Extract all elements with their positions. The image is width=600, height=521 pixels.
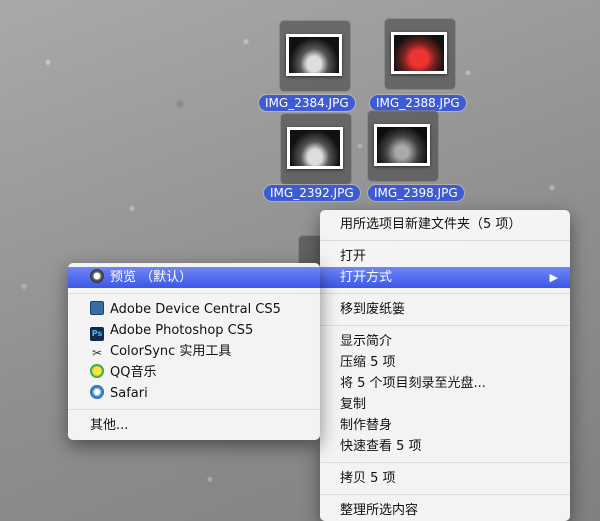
qq-music-app-icon <box>90 364 104 378</box>
menu-item-new-folder-with-selection[interactable]: 用所选项目新建文件夹（5 项） <box>320 214 570 235</box>
app-label: 预览 （默认） <box>110 270 193 285</box>
photo-thumbnail-icon <box>391 32 447 74</box>
open-with-submenu: 预览 （默认） Adobe Device Central CS5 Ps Adobe… <box>68 263 320 440</box>
submenu-item-safari[interactable]: Safari <box>68 383 320 404</box>
menu-item-duplicate[interactable]: 复制 <box>320 394 570 415</box>
app-label: Safari <box>110 386 148 401</box>
preview-app-icon <box>90 269 104 283</box>
app-label: ColorSync 实用工具 <box>110 344 232 359</box>
photoshop-app-icon: Ps <box>90 327 104 341</box>
menu-separator <box>320 325 570 326</box>
submenu-item-other[interactable]: 其他... <box>68 415 320 436</box>
menu-separator <box>320 494 570 495</box>
menu-item-burn-to-disc[interactable]: 将 5 个项目刻录至光盘... <box>320 373 570 394</box>
menu-item-compress[interactable]: 压缩 5 项 <box>320 352 570 373</box>
menu-separator <box>320 293 570 294</box>
menu-item-copy[interactable]: 拷贝 5 项 <box>320 468 570 489</box>
submenu-item-colorsync-utility[interactable]: ✂ ColorSync 实用工具 <box>68 341 320 362</box>
colorsync-app-icon: ✂ <box>91 346 103 360</box>
menu-item-open[interactable]: 打开 <box>320 246 570 267</box>
menu-item-make-alias[interactable]: 制作替身 <box>320 415 570 436</box>
menu-separator <box>320 462 570 463</box>
app-label: QQ音乐 <box>110 365 157 380</box>
submenu-item-adobe-device-central[interactable]: Adobe Device Central CS5 <box>68 299 320 320</box>
submenu-item-adobe-photoshop[interactable]: Ps Adobe Photoshop CS5 <box>68 320 320 341</box>
photo-thumbnail-icon <box>287 127 343 169</box>
photo-thumbnail-icon <box>286 34 342 76</box>
file-label[interactable]: IMG_2388.JPG <box>370 95 466 111</box>
file-label[interactable]: IMG_2392.JPG <box>264 185 360 201</box>
menu-item-clean-up-selection[interactable]: 整理所选内容 <box>320 500 570 521</box>
photo-thumbnail-icon <box>374 124 430 166</box>
menu-item-label: 打开方式 <box>340 270 393 285</box>
context-menu: 用所选项目新建文件夹（5 项） 打开 打开方式 ▶ 移到废纸篓 显示简介 压缩 … <box>320 210 570 521</box>
menu-item-open-with[interactable]: 打开方式 ▶ <box>320 267 570 288</box>
app-label: Adobe Device Central CS5 <box>110 302 281 317</box>
menu-separator <box>68 293 320 294</box>
menu-separator <box>320 240 570 241</box>
app-label: Adobe Photoshop CS5 <box>110 323 254 338</box>
device-central-app-icon <box>90 301 104 315</box>
file-label[interactable]: IMG_2398.JPG <box>368 185 464 201</box>
menu-item-quick-look[interactable]: 快速查看 5 项 <box>320 436 570 457</box>
submenu-arrow-icon: ▶ <box>549 271 558 284</box>
menu-item-move-to-trash[interactable]: 移到废纸篓 <box>320 299 570 320</box>
submenu-item-qq-music[interactable]: QQ音乐 <box>68 362 320 383</box>
file-label[interactable]: IMG_2384.JPG <box>259 95 355 111</box>
submenu-item-preview[interactable]: 预览 （默认） <box>68 267 320 288</box>
menu-separator <box>68 409 320 410</box>
safari-app-icon <box>90 385 104 399</box>
menu-item-get-info[interactable]: 显示简介 <box>320 331 570 352</box>
